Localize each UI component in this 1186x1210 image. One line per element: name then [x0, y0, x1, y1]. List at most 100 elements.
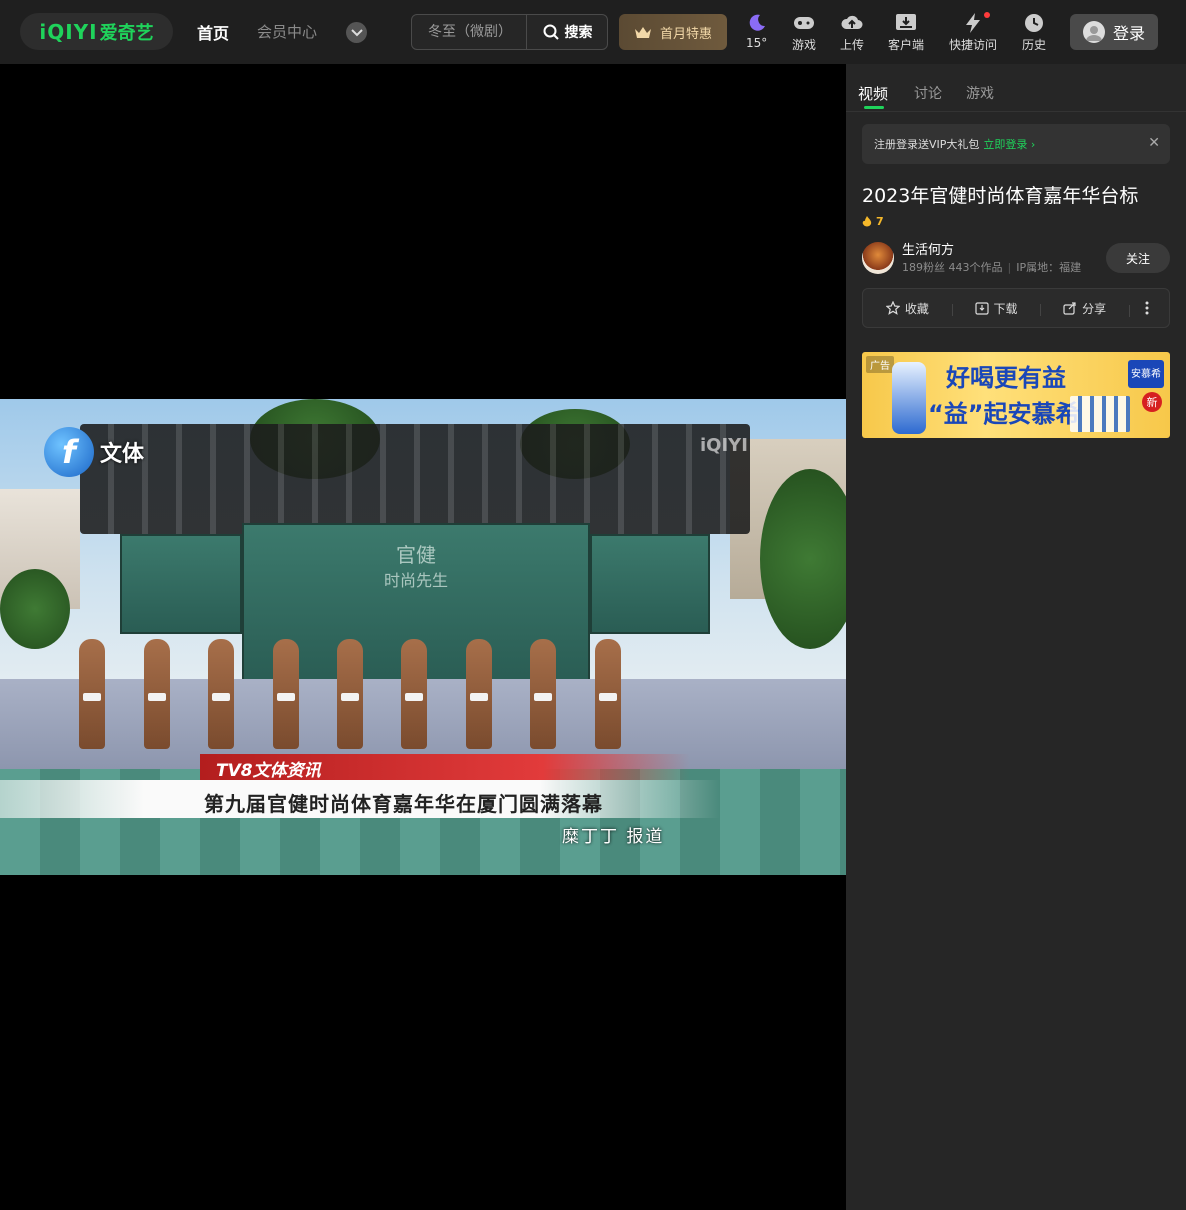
side-panel: 视频 讨论 游戏 注册登录送VIP大礼包 立即登录 › ✕ 2023年官健时尚体… [846, 64, 1186, 1210]
promo-label: 首月特惠 [659, 26, 712, 42]
scene-side-screen-right [590, 534, 710, 634]
ad-brand-logo: 安慕希 [1128, 360, 1164, 388]
tab-games[interactable]: 游戏 [966, 83, 994, 103]
reporter-credit: 糜丁丁 报道 [562, 827, 665, 847]
channel-logo: f 文体 [44, 427, 144, 477]
crown-icon [634, 27, 651, 38]
heat-indicator: 7 [862, 215, 884, 228]
lower-third-headline: 第九届官健时尚体育嘉年华在厦门圆满落幕 [204, 792, 603, 816]
ad-products-image [1070, 396, 1130, 432]
video-title: 2023年官健时尚体育嘉年华台标 [862, 185, 1139, 207]
quick-access-label: 快捷访问 [949, 38, 998, 52]
games-label: 游戏 [792, 38, 817, 52]
weather-label: 15° [746, 36, 768, 50]
weather-button[interactable]: 15° [746, 12, 767, 50]
athlete-figure [594, 639, 621, 749]
moon-icon [747, 12, 767, 34]
tab-video[interactable]: 视频 [858, 83, 888, 104]
uploader-name[interactable]: 生活何方 [902, 239, 954, 258]
athlete-figure [208, 639, 235, 749]
iqiyi-watermark: iQIYI [700, 435, 748, 456]
uploader-avatar[interactable] [862, 242, 894, 274]
channel-f-icon: f [44, 427, 94, 477]
uploader-stats: 189粉丝 443个作品 | IP属地：福建 [902, 259, 1081, 275]
upload-icon [841, 12, 863, 34]
close-icon[interactable]: ✕ [1148, 135, 1160, 151]
games-button[interactable]: 游戏 [792, 12, 816, 53]
login-notice-banner: 注册登录送VIP大礼包 立即登录 › ✕ [862, 124, 1170, 164]
favorite-label: 收藏 [904, 301, 929, 316]
upload-label: 上传 [840, 38, 865, 52]
upload-button[interactable]: 上传 [840, 12, 864, 53]
athlete-figure [465, 639, 492, 749]
notification-dot [984, 12, 990, 18]
flame-icon [862, 215, 872, 226]
user-avatar-icon [1082, 21, 1105, 43]
athlete-figure [143, 639, 170, 749]
athlete-figure [530, 639, 557, 749]
uploader-works: 443个作品 [948, 261, 1003, 274]
client-download-button[interactable]: 客户端 [888, 12, 924, 53]
athlete-figure [79, 639, 106, 749]
download-icon [895, 12, 917, 34]
share-button[interactable]: 分享 [1040, 300, 1129, 317]
ad-headline-2: “益”起安慕希 [928, 400, 1080, 428]
active-tab-indicator [864, 106, 884, 109]
notice-text: 注册登录送VIP大礼包 [874, 138, 980, 151]
login-label: 登录 [1112, 24, 1145, 43]
search-button-label: 搜索 [564, 25, 593, 41]
athlete-figure [401, 639, 428, 749]
ad-tag: 广告 [866, 356, 894, 373]
favorite-button[interactable]: 收藏 [863, 300, 952, 317]
search-icon [543, 24, 559, 40]
ad-product-bottle [892, 362, 926, 434]
scene-light-truss [80, 424, 750, 534]
ad-new-badge: 新 [1142, 392, 1162, 412]
search-box: 搜索 [411, 14, 608, 50]
clock-icon [1024, 12, 1044, 34]
top-nav-bar: iQIYI 爱奇艺 首页 会员中心 搜索 首月特惠 15° 游戏 上传 [0, 0, 1186, 64]
uploader-fans: 189粉丝 [902, 261, 945, 274]
athlete-figure [272, 639, 299, 749]
star-icon [885, 301, 900, 315]
iqiyi-logo[interactable]: iQIYI 爱奇艺 [20, 13, 173, 50]
screen-text-1: 官健 [396, 543, 436, 567]
vip-promo-button[interactable]: 首月特惠 [619, 14, 727, 50]
stats-divider: | [1007, 261, 1012, 274]
nav-home[interactable]: 首页 [197, 20, 229, 44]
scene-athletes-row [60, 629, 640, 749]
download-button[interactable]: 下载 [951, 300, 1041, 317]
history-button[interactable]: 历史 [1022, 12, 1046, 53]
scene-side-screen-left [120, 534, 242, 634]
history-label: 历史 [1022, 38, 1047, 52]
search-input[interactable] [412, 15, 526, 49]
login-button[interactable]: 登录 [1070, 14, 1158, 50]
download-label: 下载 [993, 301, 1018, 316]
heat-count: 7 [876, 215, 884, 228]
uploader-ip: IP属地：福建 [1016, 261, 1082, 274]
logo-cn-text: 爱奇艺 [99, 22, 154, 44]
download-icon [974, 302, 989, 315]
screen-text-2: 时尚先生 [383, 571, 448, 590]
share-icon [1063, 302, 1076, 315]
share-label: 分享 [1082, 301, 1107, 316]
action-bar: 收藏 下载 分享 [862, 288, 1170, 328]
panel-tabs: 视频 讨论 游戏 [846, 64, 1186, 112]
notice-login-link[interactable]: 立即登录 › [983, 136, 1035, 152]
search-button[interactable]: 搜索 [526, 15, 608, 49]
channel-name: 文体 [100, 442, 145, 467]
nav-vip-center[interactable]: 会员中心 [257, 21, 317, 42]
athlete-figure [336, 639, 363, 749]
tab-discussion[interactable]: 讨论 [914, 83, 942, 103]
gamepad-icon [793, 12, 815, 34]
more-options-icon[interactable] [1129, 301, 1169, 317]
ad-headline-1: 好喝更有益 [946, 364, 1066, 392]
follow-button[interactable]: 关注 [1106, 243, 1170, 273]
video-frame[interactable]: 官健 时尚先生 f 文体 iQIYI TV8文体资讯 第九届官健时尚体育嘉年华在… [0, 399, 846, 875]
quick-access-button[interactable]: 快捷访问 [949, 12, 997, 53]
nav-more-chevron-down-icon[interactable] [346, 22, 367, 43]
ad-banner[interactable]: 广告 好喝更有益 “益”起安慕希 安慕希 新 [862, 352, 1170, 438]
lightning-icon [964, 12, 990, 34]
lower-third-program: TV8文体资讯 [216, 761, 321, 781]
logo-text: iQIYI [39, 19, 98, 44]
